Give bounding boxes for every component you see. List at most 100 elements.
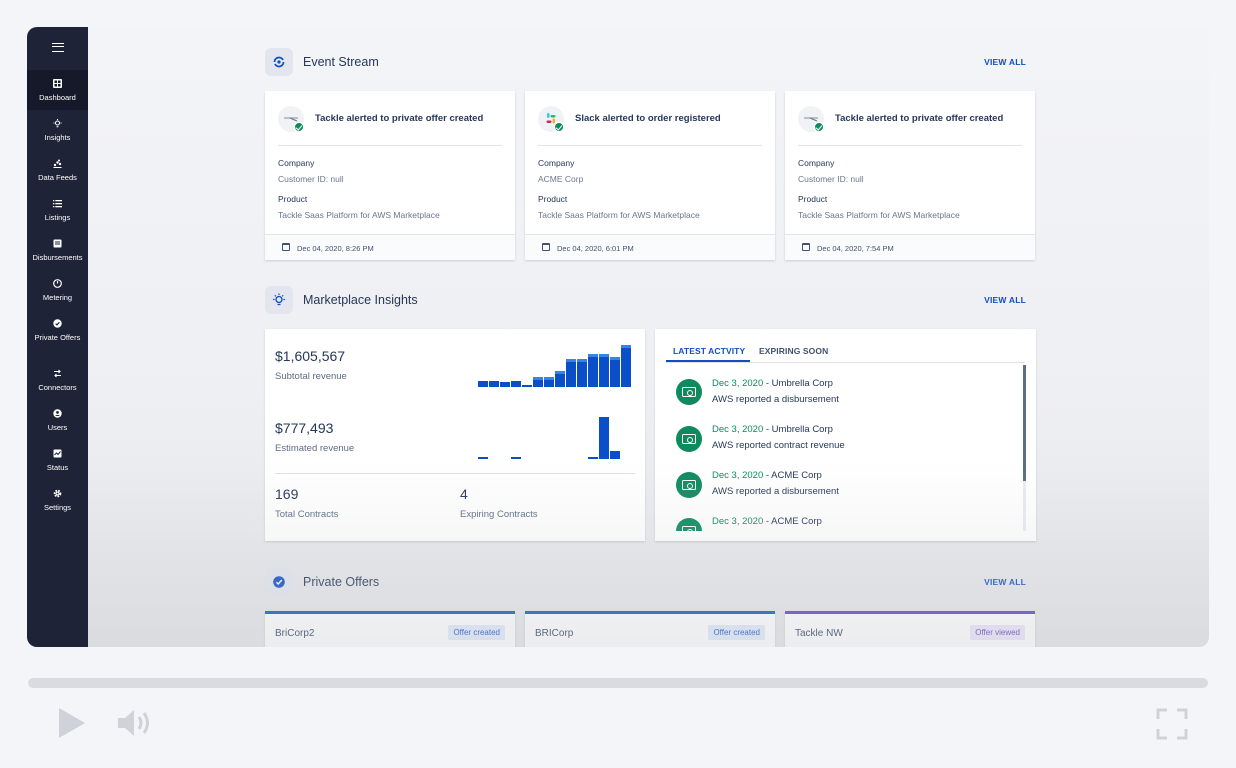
- event-card[interactable]: Slack alerted to order registered Compan…: [525, 91, 775, 260]
- sparkline-bar: [511, 381, 521, 387]
- success-check-icon: [814, 122, 824, 132]
- status-badge: Offer created: [448, 625, 505, 640]
- event-stream-icon: [265, 48, 293, 76]
- product-label: Product: [538, 194, 568, 204]
- calendar-icon: [542, 243, 550, 251]
- subtotal-revenue-label: Subtotal revenue: [275, 371, 347, 382]
- sidebar-item-data-feeds[interactable]: Data Feeds: [27, 150, 88, 190]
- sidebar-item-label: Users: [47, 422, 68, 432]
- data-feeds-icon: [53, 159, 62, 168]
- product-label: Product: [798, 194, 828, 204]
- tab-expiring-soon[interactable]: EXPIRING SOON: [759, 346, 828, 356]
- status-badge: Offer viewed: [970, 625, 1025, 640]
- company-value: ACME Corp: [538, 174, 584, 184]
- sidebar-item-status[interactable]: Status: [27, 440, 88, 480]
- company-label: Company: [538, 158, 575, 168]
- video-progress-bar[interactable]: [28, 678, 1208, 688]
- sidebar-item-disbursements[interactable]: Disbursements: [27, 230, 88, 270]
- company-label: Company: [278, 158, 315, 168]
- expiring-contracts-value: 4: [460, 486, 468, 502]
- sidebar-item-label: Data Feeds: [38, 172, 77, 182]
- sidebar-item-label: Disbursements: [32, 252, 83, 262]
- sidebar-item-users[interactable]: Users: [27, 400, 88, 440]
- scrollbar-thumb[interactable]: [1023, 365, 1026, 481]
- sidebar-item-listings[interactable]: Listings: [27, 190, 88, 230]
- sidebar-item-label: Status: [46, 462, 69, 472]
- private-offer-card[interactable]: Tackle NW Offer viewed: [785, 611, 1035, 647]
- tab-latest-activity[interactable]: LATEST ACTVITY: [673, 346, 745, 356]
- sidebar-item-dashboard[interactable]: Dashboard: [27, 70, 88, 110]
- sparkline-bar: [588, 354, 598, 387]
- offer-company-name: BRICorp: [535, 628, 574, 639]
- sparkline-bar: [588, 457, 598, 459]
- success-check-icon: [554, 122, 564, 132]
- activity-heading: Dec 3, 2020 - ACME Corp: [712, 516, 822, 527]
- event-title: Tackle alerted to private offer created: [315, 113, 484, 124]
- fullscreen-icon[interactable]: [1156, 708, 1188, 740]
- sidebar-item-insights[interactable]: Insights: [27, 110, 88, 150]
- event-footer: Dec 04, 2020, 8:26 PM: [265, 234, 515, 260]
- sparkline-bar: [478, 381, 488, 387]
- section-title: Event Stream: [303, 55, 379, 69]
- sidebar-item-private-offers[interactable]: Private Offers: [27, 310, 88, 350]
- total-contracts-label: Total Contracts: [275, 509, 339, 520]
- view-all-events-link[interactable]: VIEW ALL: [984, 57, 1026, 67]
- sidebar-item-label: Dashboard: [39, 92, 76, 102]
- event-card[interactable]: Tackle alerted to private offer created …: [265, 91, 515, 260]
- lightbulb-icon: [53, 118, 62, 128]
- divider: [278, 145, 502, 146]
- view-all-insights-link[interactable]: VIEW ALL: [984, 295, 1026, 305]
- estimated-revenue-label: Estimated revenue: [275, 443, 355, 454]
- activity-card: LATEST ACTVITY EXPIRING SOON Dec 3, 2020…: [655, 329, 1036, 541]
- status-badge: Offer created: [708, 625, 765, 640]
- activity-scrollbar[interactable]: [1023, 365, 1026, 531]
- sidebar-item-settings[interactable]: Settings: [27, 480, 88, 520]
- activity-heading: Dec 3, 2020 - ACME Corp: [712, 470, 822, 481]
- sparkline-bar: [478, 457, 488, 459]
- sidebar-item-label: Connectors: [38, 382, 77, 392]
- sidebar-item-label: Private Offers: [34, 332, 81, 342]
- lightbulb-icon: [265, 286, 293, 314]
- sparkline-bar: [555, 371, 565, 387]
- company-value: Customer ID: null: [278, 174, 344, 184]
- gear-icon: [53, 489, 62, 498]
- private-offers-header: Private Offers VIEW ALL: [265, 568, 1026, 596]
- sparkline-bar: [489, 381, 499, 387]
- connector-icon: [53, 369, 62, 378]
- sidebar-item-connectors[interactable]: Connectors: [27, 360, 88, 400]
- sparkline-bar: [621, 345, 631, 387]
- video-frame: Dashboard Insights Data Feeds Listings D…: [27, 27, 1209, 647]
- offer-company-name: BriCorp2: [275, 628, 315, 639]
- calendar-icon: [282, 243, 290, 251]
- divider: [275, 473, 635, 474]
- private-offer-card[interactable]: BriCorp2 Offer created: [265, 611, 515, 647]
- event-footer: Dec 04, 2020, 7:54 PM: [785, 234, 1035, 260]
- section-title: Marketplace Insights: [303, 293, 418, 307]
- event-date: Dec 04, 2020, 6:01 PM: [557, 244, 634, 253]
- sparkline-bar: [500, 382, 510, 387]
- play-icon[interactable]: [59, 708, 85, 738]
- sparkline-bar: [544, 377, 554, 387]
- money-icon: [676, 472, 702, 498]
- section-title: Private Offers: [303, 575, 380, 589]
- list-clip: [655, 531, 1036, 541]
- subtotal-revenue-value: $1,605,567: [275, 348, 346, 364]
- event-card[interactable]: Tackle alerted to private offer created …: [785, 91, 1035, 260]
- active-tab-indicator: [666, 360, 750, 362]
- sparkline-bar: [599, 354, 609, 387]
- list-icon: [53, 199, 62, 208]
- sparkline-bar: [566, 359, 576, 387]
- tackle-logo-icon: [278, 106, 304, 132]
- success-check-icon: [294, 122, 304, 132]
- menu-button[interactable]: [27, 27, 88, 67]
- activity-heading: Dec 3, 2020 - Umbrella Corp: [712, 424, 833, 435]
- product-value: Tackle Saas Platform for AWS Marketplace: [278, 210, 440, 220]
- divider: [798, 145, 1022, 146]
- volume-icon[interactable]: [117, 708, 153, 738]
- private-offer-card[interactable]: BRICorp Offer created: [525, 611, 775, 647]
- view-all-offers-link[interactable]: VIEW ALL: [984, 577, 1026, 587]
- sidebar-item-metering[interactable]: Metering: [27, 270, 88, 310]
- status-icon: [53, 449, 62, 458]
- insights-header: Marketplace Insights VIEW ALL: [265, 286, 1026, 314]
- event-date: Dec 04, 2020, 8:26 PM: [297, 244, 374, 253]
